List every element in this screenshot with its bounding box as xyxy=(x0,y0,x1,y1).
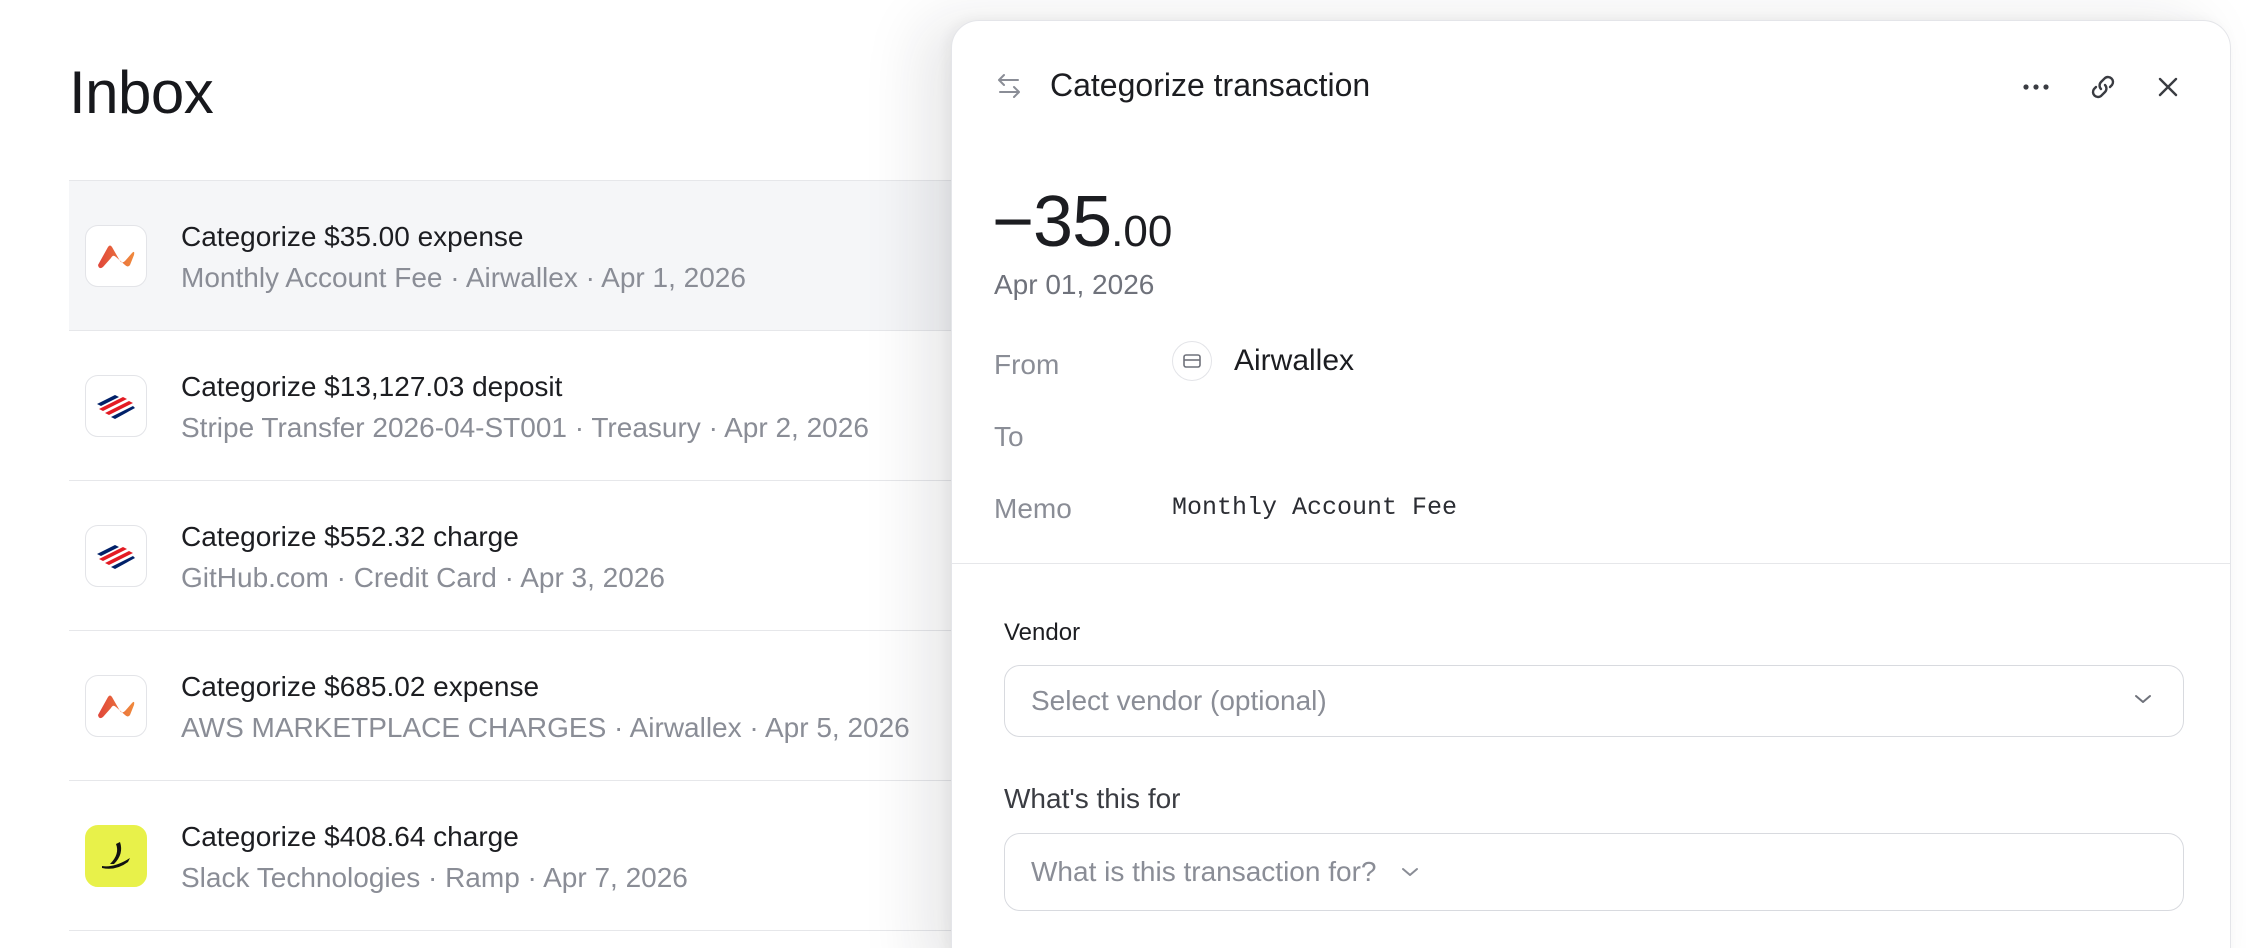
to-label: To xyxy=(994,421,1024,452)
inbox-pane: Inbox Categorize $35.00 expense Monthly … xyxy=(0,0,969,948)
inbox-item[interactable]: Categorize $13,127.03 deposit Stripe Tra… xyxy=(69,331,969,481)
chevron-down-icon xyxy=(1400,866,1420,878)
memo-value: Monthly Account Fee xyxy=(1172,493,1458,522)
inbox-item[interactable]: Categorize $35.00 expense Monthly Accoun… xyxy=(69,181,969,331)
from-label: From xyxy=(994,349,1060,380)
bank-of-america-logo-icon xyxy=(85,525,147,587)
panel-title: Categorize transaction xyxy=(1050,67,1371,103)
inbox-item-subtitle: GitHub.com · Credit Card · Apr 3, 2026 xyxy=(181,562,665,593)
vendor-select[interactable]: Select vendor (optional) xyxy=(1004,665,2184,737)
inbox-item-title: Categorize $408.64 charge xyxy=(181,821,519,852)
vendor-label: Vendor xyxy=(1004,619,1081,646)
inbox-item-subtitle: Slack Technologies · Ramp · Apr 7, 2026 xyxy=(181,862,688,893)
link-icon xyxy=(2091,75,2115,99)
inbox-item-title: Categorize $552.32 charge xyxy=(181,521,519,552)
more-horizontal-icon xyxy=(2023,84,2049,90)
inbox-list: Categorize $35.00 expense Monthly Accoun… xyxy=(69,180,969,931)
close-icon xyxy=(2158,77,2178,97)
from-account-name: Airwallex xyxy=(1234,344,1355,377)
transfer-arrows-icon xyxy=(994,71,1024,101)
from-account[interactable]: Airwallex xyxy=(1172,341,1354,381)
memo-label: Memo xyxy=(994,493,1072,524)
vendor-select-placeholder: Select vendor (optional) xyxy=(1031,685,1327,716)
categorize-panel: Categorize transaction −35.00 Apr 01, 20… xyxy=(951,20,2231,948)
inbox-item-title: Categorize $13,127.03 deposit xyxy=(181,371,563,402)
purpose-select-placeholder: What is this transaction for? xyxy=(1031,856,1377,887)
amount-whole: −35 xyxy=(992,182,1112,262)
inbox-item-subtitle: AWS MARKETPLACE CHARGES · Airwallex · Ap… xyxy=(181,712,910,743)
more-options-button[interactable] xyxy=(2018,69,2054,105)
bank-of-america-logo-icon xyxy=(85,375,147,437)
inbox-item-title: Categorize $685.02 expense xyxy=(181,671,540,702)
page-title: Inbox xyxy=(69,59,214,126)
airwallex-logo-icon xyxy=(85,225,147,287)
chevron-down-icon xyxy=(2133,692,2153,710)
inbox-item[interactable]: Categorize $408.64 charge Slack Technolo… xyxy=(69,781,969,931)
inbox-item-subtitle: Stripe Transfer 2026-04-ST001 · Treasury… xyxy=(181,412,869,443)
divider xyxy=(952,563,2230,564)
inbox-item-subtitle: Monthly Account Fee · Airwallex · Apr 1,… xyxy=(181,262,746,293)
transaction-amount: −35.00 xyxy=(992,181,1172,263)
panel-header: Categorize transaction xyxy=(952,21,2230,151)
copy-link-button[interactable] xyxy=(2085,69,2121,105)
purpose-label: What's this for xyxy=(1004,783,1181,814)
airwallex-logo-icon xyxy=(85,675,147,737)
inbox-item[interactable]: Categorize $685.02 expense AWS MARKETPLA… xyxy=(69,631,969,781)
amount-cents: .00 xyxy=(1111,207,1173,256)
inbox-item-title: Categorize $35.00 expense xyxy=(181,221,524,252)
transaction-date: Apr 01, 2026 xyxy=(994,269,1155,300)
bank-card-icon xyxy=(1172,341,1212,381)
inbox-item[interactable]: Categorize $552.32 charge GitHub.com · C… xyxy=(69,481,969,631)
ramp-logo-icon xyxy=(85,825,147,887)
close-button[interactable] xyxy=(2150,69,2186,105)
purpose-select[interactable]: What is this transaction for? xyxy=(1004,833,2184,911)
